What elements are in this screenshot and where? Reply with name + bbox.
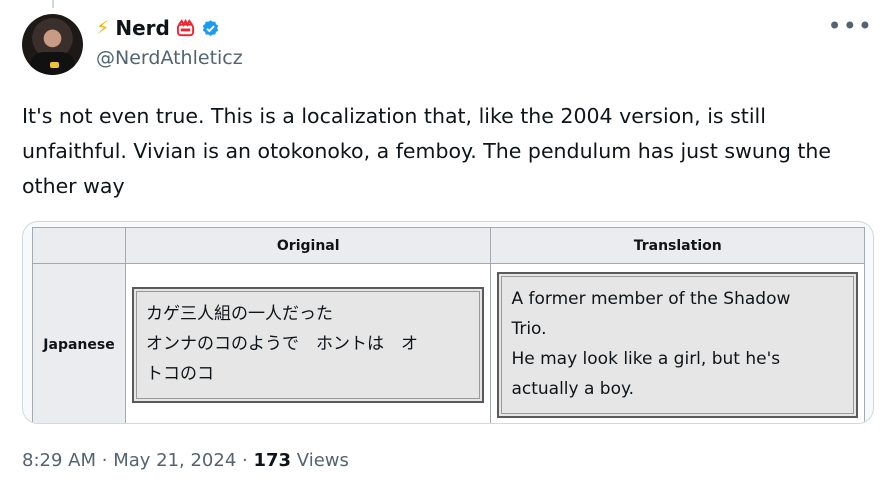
post-date[interactable]: May 21, 2024 bbox=[113, 450, 236, 471]
crown-icon bbox=[176, 18, 194, 36]
views-label: Views bbox=[296, 450, 349, 471]
original-line: トコのコ bbox=[146, 363, 214, 384]
tweet-text: It's not even true. This is a localizati… bbox=[22, 104, 832, 198]
translation-text-box: A former member of the Shadow Trio. He m… bbox=[497, 271, 858, 418]
display-name[interactable]: Nerd bbox=[115, 16, 169, 40]
translation-line: A former member of the Shadow bbox=[511, 288, 791, 309]
corner-cell bbox=[32, 227, 126, 264]
header-original: Original bbox=[124, 227, 492, 264]
author-name-row[interactable]: ⚡ Nerd bbox=[96, 15, 220, 41]
translation-table: Original Translation Japanese カゲ三人組の一人だっ… bbox=[32, 227, 865, 423]
translation-line: Trio. bbox=[511, 318, 547, 339]
lightning-icon: ⚡ bbox=[96, 17, 110, 39]
author-handle[interactable]: @NerdAthleticz bbox=[96, 47, 243, 69]
more-options-icon[interactable]: ••• bbox=[828, 12, 873, 40]
translation-cell: A former member of the Shadow Trio. He m… bbox=[490, 263, 865, 423]
original-line: オンナのコのようで ホントは オ bbox=[146, 333, 418, 354]
views-count: 173 bbox=[253, 450, 292, 471]
original-text-box: カゲ三人組の一人だった オンナのコのようで ホントは オ トコのコ bbox=[132, 286, 485, 403]
post-time[interactable]: 8:29 AM bbox=[22, 450, 96, 471]
avatar[interactable] bbox=[22, 14, 83, 75]
row-label-japanese: Japanese bbox=[32, 263, 126, 423]
original-cell: カゲ三人組の一人だった オンナのコのようで ホントは オ トコのコ bbox=[124, 263, 492, 423]
tweet-meta: 8:29 AM · May 21, 2024 · 173 Views bbox=[22, 450, 349, 471]
original-line: カゲ三人組の一人だった bbox=[146, 303, 333, 324]
thread-line bbox=[52, 0, 54, 8]
header-translation: Translation bbox=[490, 227, 865, 264]
translation-line: actually a boy. bbox=[511, 378, 635, 399]
attached-image[interactable]: Original Translation Japanese カゲ三人組の一人だっ… bbox=[22, 221, 874, 424]
verified-check-icon[interactable] bbox=[201, 19, 220, 38]
translation-line: He may look like a girl, but he's bbox=[511, 348, 781, 369]
